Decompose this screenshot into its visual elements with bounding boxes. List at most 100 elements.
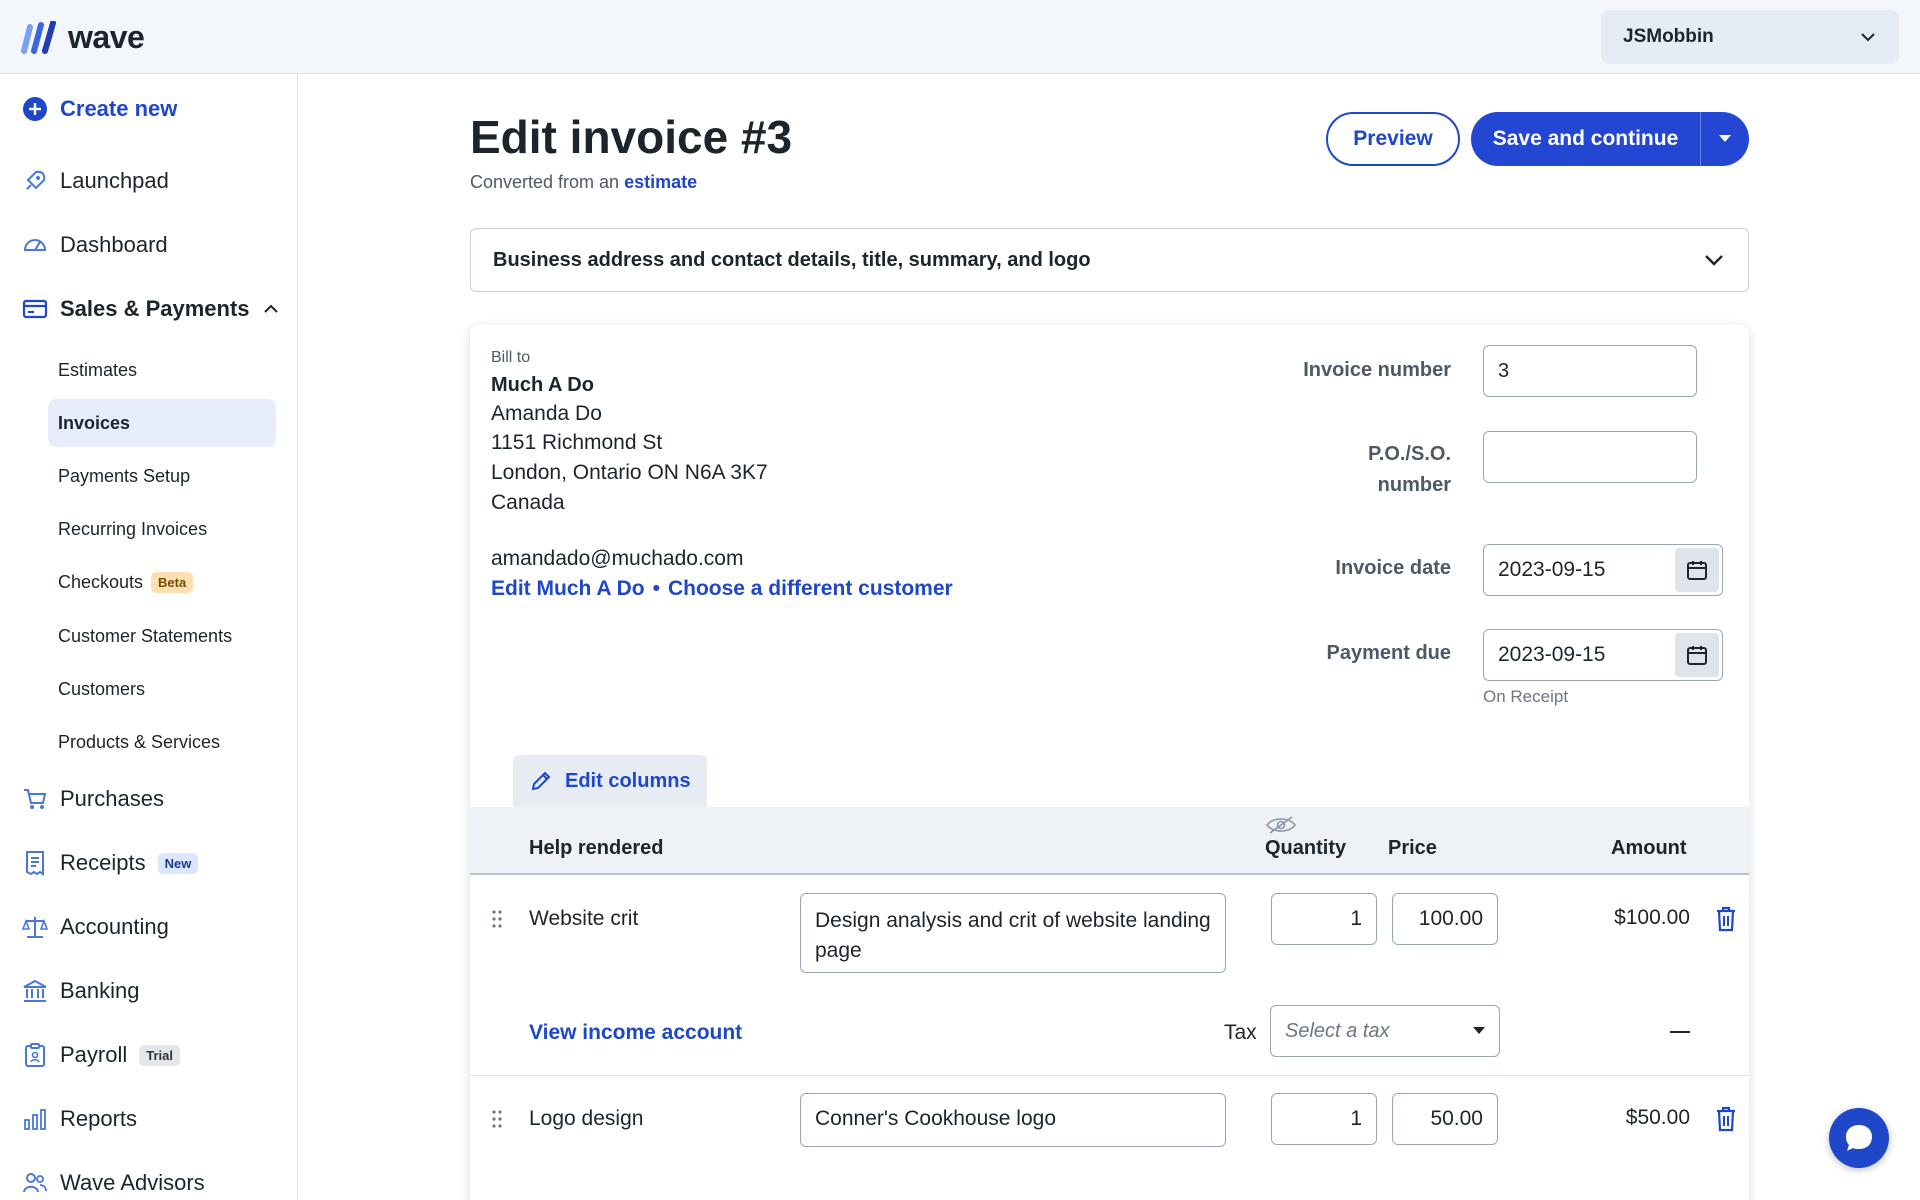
subitem-label: Recurring Invoices	[58, 519, 208, 539]
drag-handle-icon[interactable]	[490, 909, 504, 929]
sidebar-item-purchases[interactable]: Purchases	[22, 786, 164, 812]
link-separator: •	[652, 577, 660, 600]
subitem-label: Estimates	[58, 360, 138, 380]
po-label-line-2: number	[1377, 474, 1451, 496]
line-amount: $100.00	[1614, 906, 1690, 929]
payment-due-label: Payment due	[1326, 642, 1451, 664]
save-options-button[interactable]	[1701, 134, 1749, 144]
sidebar-item-payroll[interactable]: Payroll Trial	[22, 1042, 180, 1068]
cart-icon	[22, 786, 48, 812]
receipt-icon	[22, 850, 48, 876]
sidebar-subitem-products-services[interactable]: Products & Services	[58, 732, 220, 753]
calendar-icon[interactable]	[1675, 633, 1719, 677]
po-number-input[interactable]	[1483, 431, 1697, 483]
sidebar-item-label: Reports	[60, 1106, 138, 1131]
bill-to-label: Bill to	[491, 349, 531, 366]
sidebar-item-launchpad[interactable]: Launchpad	[22, 168, 169, 194]
drag-handle-icon[interactable]	[490, 1109, 504, 1129]
subitem-label: Customers	[58, 679, 146, 699]
invoice-number-input[interactable]: 3	[1483, 345, 1697, 397]
sidebar-subitem-invoices[interactable]: Invoices	[58, 413, 130, 434]
user-menu[interactable]: JSMobbin	[1601, 10, 1899, 64]
calendar-icon[interactable]	[1675, 548, 1719, 592]
customer-email: amandado@muchado.com	[491, 547, 744, 570]
wave-logo[interactable]: wave	[20, 19, 145, 56]
accordion-title: Business address and contact details, ti…	[493, 248, 1091, 271]
invoice-number-label: Invoice number	[1303, 359, 1451, 381]
column-items: Help rendered	[529, 837, 664, 859]
sidebar-subitem-customers[interactable]: Customers	[58, 679, 145, 700]
edit-columns-label: Edit columns	[565, 769, 691, 792]
edit-customer-link[interactable]: Edit Much A Do	[491, 577, 645, 601]
sidebar-item-label: Dashboard	[60, 232, 168, 257]
table-header: Help rendered Quantity Price Amount	[470, 807, 1749, 875]
scale-icon	[22, 914, 48, 940]
row-divider	[470, 1075, 1749, 1076]
trial-badge: Trial	[139, 1044, 180, 1066]
invoice-card: Bill to Much A Do Amanda Do 1151 Richmon…	[470, 325, 1749, 1200]
caret-down-icon	[1719, 135, 1731, 142]
subitem-label: Checkouts	[58, 572, 144, 592]
subitem-label: Invoices	[58, 413, 131, 433]
item-name[interactable]: Website crit	[529, 907, 638, 931]
business-details-accordion[interactable]: Business address and contact details, ti…	[470, 228, 1749, 292]
sidebar-subitem-estimates[interactable]: Estimates	[58, 360, 137, 381]
tax-amount-dash	[1670, 1031, 1690, 1033]
sidebar-item-label: Accounting	[60, 914, 169, 939]
chat-button[interactable]	[1829, 1108, 1889, 1168]
hidden-eye-icon[interactable]	[1265, 815, 1297, 835]
item-name[interactable]: Logo design	[529, 1107, 643, 1131]
view-income-account-link[interactable]: View income account	[529, 1021, 742, 1045]
create-new-label: Create new	[60, 96, 178, 121]
trash-icon[interactable]	[1714, 1106, 1738, 1132]
edit-columns-button[interactable]: Edit columns	[513, 755, 707, 807]
column-amount: Amount	[1611, 837, 1687, 859]
sidebar-item-accounting[interactable]: Accounting	[22, 914, 169, 940]
people-icon	[22, 1170, 48, 1196]
invoice-date-input[interactable]: 2023-09-15	[1483, 544, 1723, 596]
price-input[interactable]: 100.00	[1392, 893, 1498, 945]
sidebar-subitem-payments-setup[interactable]: Payments Setup	[58, 466, 190, 487]
chevron-up-icon	[263, 304, 278, 313]
estimate-link[interactable]: estimate	[624, 172, 697, 192]
sidebar-item-receipts[interactable]: Receipts New	[22, 850, 199, 876]
bar-chart-icon	[22, 1106, 48, 1132]
beta-badge: Beta	[151, 572, 194, 593]
item-description-input[interactable]: Conner's Cookhouse logo	[800, 1093, 1226, 1147]
create-new-button[interactable]: Create new	[22, 96, 177, 122]
plus-circle-icon	[22, 96, 48, 122]
tax-select[interactable]: Select a tax	[1270, 1005, 1500, 1057]
subitem-label: Products & Services	[58, 732, 221, 752]
quantity-input[interactable]: 1	[1271, 1093, 1377, 1145]
trash-icon[interactable]	[1714, 906, 1738, 932]
card-icon	[22, 296, 48, 322]
sidebar-item-label: Payroll	[60, 1042, 128, 1067]
column-price: Price	[1388, 837, 1437, 859]
sidebar-item-banking[interactable]: Banking	[22, 978, 140, 1004]
subitem-label: Payments Setup	[58, 466, 191, 486]
rocket-icon	[22, 168, 48, 194]
user-name: JSMobbin	[1623, 26, 1714, 47]
item-description-input[interactable]: Design analysis and crit of website land…	[800, 893, 1226, 973]
price-input[interactable]: 50.00	[1392, 1093, 1498, 1145]
quantity-input[interactable]: 1	[1271, 893, 1377, 945]
sidebar-item-wave-advisors[interactable]: Wave Advisors	[22, 1170, 205, 1196]
sidebar-item-label: Launchpad	[60, 168, 169, 193]
payment-due-value: 2023-09-15	[1498, 643, 1606, 666]
po-number-label: P.O./S.O. number	[1231, 443, 1451, 497]
save-and-continue-button[interactable]: Save and continue	[1471, 112, 1701, 166]
choose-customer-link[interactable]: Choose a different customer	[668, 577, 953, 601]
preview-button[interactable]: Preview	[1326, 112, 1460, 166]
payment-terms: On Receipt	[1483, 687, 1569, 706]
sidebar-item-dashboard[interactable]: Dashboard	[22, 232, 168, 258]
sidebar-item-sales-payments[interactable]: Sales & Payments	[22, 296, 280, 322]
sidebar-item-reports[interactable]: Reports	[22, 1106, 137, 1132]
sidebar-subitem-checkouts[interactable]: Checkouts Beta	[58, 572, 194, 593]
address-line-1: 1151 Richmond St	[491, 431, 663, 454]
sidebar-subitem-recurring-invoices[interactable]: Recurring Invoices	[58, 519, 207, 540]
sidebar-subitem-customer-statements[interactable]: Customer Statements	[58, 626, 232, 647]
tax-select-placeholder: Select a tax	[1285, 1019, 1390, 1042]
payment-due-input[interactable]: 2023-09-15	[1483, 629, 1723, 681]
caret-down-icon	[1473, 1027, 1485, 1034]
clipboard-icon	[22, 1042, 48, 1068]
